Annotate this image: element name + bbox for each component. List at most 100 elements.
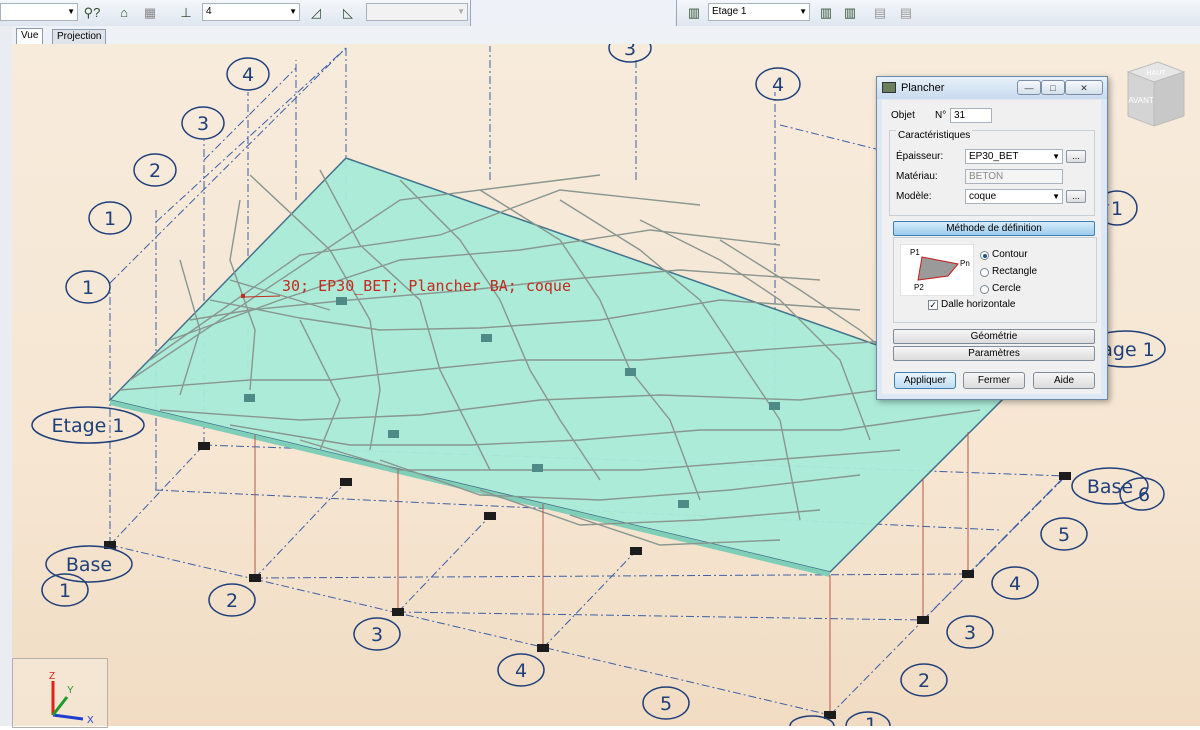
- floor-count-value: 4: [206, 6, 212, 17]
- contour-label: Contour: [992, 249, 1028, 260]
- slab-edit-icon[interactable]: ◺: [338, 3, 358, 22]
- grid-bubble-2: 2: [918, 670, 930, 692]
- chevron-down-icon: ▼: [67, 7, 75, 16]
- level-bubble-base-right: Base: [1087, 476, 1133, 498]
- grid-bubble-2: 2: [226, 590, 238, 612]
- chevron-down-icon: ▼: [1052, 152, 1060, 161]
- slab-annotation: 30; EP30_BET; Plancher BA; coque: [282, 277, 571, 295]
- chevron-down-icon: ▼: [289, 7, 297, 16]
- disabled-combo: ▼: [366, 3, 468, 21]
- num-label: N°: [935, 110, 947, 121]
- epaisseur-label: Épaisseur:: [896, 151, 944, 162]
- rectangle-radio[interactable]: [980, 268, 989, 277]
- objet-number-field[interactable]: 31: [950, 108, 992, 123]
- close-button[interactable]: ✕: [1065, 80, 1103, 95]
- view-cube-front-label: AVANT: [1128, 96, 1154, 105]
- contour-radio[interactable]: [980, 251, 989, 260]
- cercle-label: Cercle: [992, 283, 1021, 294]
- level-select[interactable]: Etage 1 ▼: [708, 3, 810, 21]
- view-tabs: Vue Projection: [12, 26, 1200, 45]
- chevron-down-icon: ▼: [457, 7, 465, 16]
- p1-label: P1: [910, 248, 920, 257]
- level-icon[interactable]: ▥: [684, 3, 704, 22]
- grid-bubble-1: 1: [59, 580, 71, 602]
- grid-bubble-4: 4: [1009, 573, 1021, 595]
- level-bubble-base: Base: [66, 554, 112, 576]
- frame-icon[interactable]: ⌂: [114, 3, 134, 22]
- level-down-icon[interactable]: ▥: [840, 3, 860, 22]
- materiau-field: BETON: [965, 169, 1063, 184]
- view-cube-top-label: HAUT: [1146, 70, 1166, 77]
- modele-browse-button[interactable]: ...: [1066, 190, 1086, 203]
- methode-definition-bar[interactable]: Méthode de définition: [893, 221, 1095, 236]
- chevron-down-icon: ▼: [1052, 192, 1060, 201]
- grid-bubble-5: 5: [660, 693, 672, 715]
- view-cube[interactable]: HAUT AVANT: [1118, 58, 1190, 130]
- grid-bubble-4: 4: [515, 660, 527, 682]
- pn-label: Pn: [960, 259, 970, 268]
- grid-bubble-2: 2: [149, 160, 161, 182]
- chevron-down-icon: ▼: [799, 7, 807, 16]
- methode-group: P1 Pn P2 Contour Rectangle Cercle ✓ Dall…: [893, 237, 1097, 323]
- grid-bubble-1: 1: [82, 277, 94, 299]
- epaisseur-browse-button[interactable]: ...: [1066, 150, 1086, 163]
- grid-bubble-3: 3: [371, 624, 383, 646]
- level-delete-icon[interactable]: ▤: [896, 3, 916, 22]
- left-combo[interactable]: ▼: [0, 3, 78, 21]
- tab-vue[interactable]: Vue: [16, 28, 44, 44]
- contour-preview: P1 Pn P2: [900, 244, 974, 296]
- modele-label: Modèle:: [896, 191, 932, 202]
- level-select-value: Etage 1: [712, 6, 747, 17]
- tab-projection[interactable]: Projection: [52, 29, 107, 44]
- grid-bubble-4: 4: [772, 74, 784, 96]
- level-bubble-etage-right: age 1: [1101, 339, 1155, 361]
- modele-value: coque: [969, 191, 997, 202]
- cercle-radio[interactable]: [980, 285, 989, 294]
- grid-bubble-6: 6: [1138, 484, 1150, 506]
- caracteristiques-group: Caractéristiques Épaisseur: EP30_BET ▼ ..…: [889, 130, 1095, 216]
- toolbar-separator: [676, 0, 677, 26]
- toolbar-empty-space: [471, 0, 675, 26]
- level-bubble-etage-1: Etage 1: [52, 415, 125, 437]
- axis-y-label: Y: [67, 685, 74, 696]
- query-icon[interactable]: ⚲?: [82, 3, 102, 22]
- caracteristiques-title: Caractéristiques: [896, 130, 973, 141]
- dalle-horizontale-checkbox[interactable]: ✓: [928, 300, 938, 310]
- grid-bubble-4: 4: [242, 64, 254, 86]
- floor-level-icon[interactable]: ⊥: [176, 3, 196, 22]
- grid-bubble-3: 3: [197, 113, 209, 135]
- level-up-icon[interactable]: ▥: [816, 3, 836, 22]
- grid-bubble-3: 3: [624, 44, 636, 60]
- aide-button[interactable]: Aide: [1033, 372, 1095, 389]
- dialog-titlebar[interactable]: Plancher — □ ✕: [877, 77, 1107, 99]
- dialog-title: Plancher: [901, 82, 945, 94]
- slab-icon: [882, 82, 896, 93]
- minimize-button[interactable]: —: [1017, 80, 1041, 95]
- dalle-horizontale-label: Dalle horizontale: [941, 299, 1016, 310]
- epaisseur-value: EP30_BET: [969, 151, 1019, 162]
- fermer-button[interactable]: Fermer: [963, 372, 1025, 389]
- level-copy-icon[interactable]: ▤: [870, 3, 890, 22]
- grid-bubble-1: 1: [1111, 198, 1123, 220]
- parametres-bar[interactable]: Paramètres: [893, 346, 1095, 361]
- axis-x-label: X: [87, 715, 94, 726]
- maximize-button[interactable]: □: [1041, 80, 1065, 95]
- appliquer-button[interactable]: Appliquer: [894, 372, 956, 389]
- modele-select[interactable]: coque ▼: [965, 189, 1063, 204]
- axis-triad: Z Y X: [12, 658, 108, 728]
- grid-bubble-1: 1: [104, 208, 116, 230]
- plancher-dialog: Plancher — □ ✕ Objet N° 31 Caractéristiq…: [876, 76, 1108, 400]
- objet-number-value: 31: [954, 110, 966, 121]
- wall-icon[interactable]: ▦: [140, 3, 160, 22]
- dialog-body: Objet N° 31 Caractéristiques Épaisseur: …: [882, 100, 1101, 394]
- slab-query-icon[interactable]: ◿: [306, 3, 326, 22]
- materiau-label: Matériau:: [896, 171, 938, 182]
- floor-count-select[interactable]: 4 ▼: [202, 3, 300, 21]
- grid-bubble-3: 3: [964, 622, 976, 644]
- axis-z-label: Z: [49, 671, 55, 682]
- rectangle-label: Rectangle: [992, 266, 1038, 277]
- grid-bubble-1: 1: [865, 714, 877, 726]
- materiau-value: BETON: [969, 171, 1004, 182]
- geometrie-bar[interactable]: Géométrie: [893, 329, 1095, 344]
- epaisseur-select[interactable]: EP30_BET ▼: [965, 149, 1063, 164]
